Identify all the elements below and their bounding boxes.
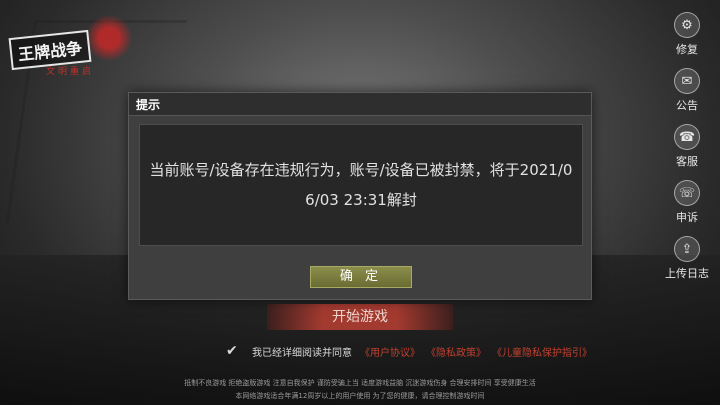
sidebar-item-notice[interactable]: ✉ 公告 [657, 64, 717, 120]
logo-emblem [86, 14, 132, 62]
dialog-title: 提示 [136, 98, 161, 112]
start-game-button[interactable]: 开始游戏 [267, 304, 453, 330]
sidebar-item-label: 客服 [676, 155, 698, 168]
sidebar-item-upload-log[interactable]: ⇪ 上传日志 [657, 232, 717, 288]
sidebar-item-label: 申诉 [676, 211, 698, 224]
privacy-policy-link[interactable]: 《隐私政策》 [426, 344, 486, 359]
user-agreement-link[interactable]: 《用户协议》 [360, 344, 420, 359]
health-notice-line2: 本网络游戏适合年满12周岁以上的用户使用 为了您的健康，请合理控制游戏时间 [235, 392, 485, 400]
dialog-message: 当前账号/设备存在违规行为，账号/设备已被封禁，将于2021/06/03 23:… [149, 161, 573, 209]
sidebar-item-label: 上传日志 [665, 267, 709, 280]
appeal-icon: ☏ [674, 180, 700, 206]
sidebar-item-service[interactable]: ☎ 客服 [657, 120, 717, 176]
dialog-header: 提示 [129, 93, 591, 116]
child-privacy-link[interactable]: 《儿童隐私保护指引》 [492, 344, 592, 359]
sidebar-item-label: 公告 [676, 99, 698, 112]
sidebar-item-repair[interactable]: ⚙ 修复 [657, 8, 717, 64]
right-toolbar: ⚙ 修复 ✉ 公告 ☎ 客服 ☏ 申诉 ⇪ 上传日志 [664, 8, 710, 288]
health-notice-line1: 抵制不良游戏 拒绝盗版游戏 注意自我保护 谨防受骗上当 适度游戏益脑 沉迷游戏伤… [184, 379, 536, 387]
ban-notice-dialog: 提示 当前账号/设备存在违规行为，账号/设备已被封禁，将于2021/06/03 … [128, 92, 592, 300]
sidebar-item-label: 修复 [676, 43, 698, 56]
agreement-row: ✔ 我已经详细阅读并同意 《用户协议》 《隐私政策》 《儿童隐私保护指引》 [226, 342, 598, 360]
sidebar-item-appeal[interactable]: ☏ 申诉 [657, 176, 717, 232]
confirm-button[interactable]: 确 定 [310, 266, 412, 288]
game-logo: 王牌战争 文明重启 [8, 14, 132, 77]
checkmark-icon[interactable]: ✔ [226, 344, 240, 358]
upload-icon: ⇪ [674, 236, 700, 262]
logo-subtitle: 文明重启 [46, 67, 95, 77]
gear-icon: ⚙ [674, 12, 700, 38]
headset-icon: ☎ [674, 124, 700, 150]
agreement-text: 我已经详细阅读并同意 [252, 347, 352, 359]
notice-icon: ✉ [674, 68, 700, 94]
dialog-body: 当前账号/设备存在违规行为，账号/设备已被封禁，将于2021/06/03 23:… [139, 124, 583, 246]
